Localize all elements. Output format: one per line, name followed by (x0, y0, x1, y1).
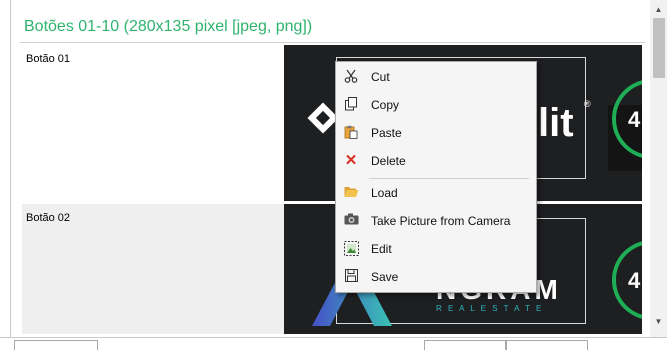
scroll-down-arrow-icon[interactable]: ▼ (650, 316, 667, 328)
copy-icon (343, 97, 359, 113)
row-label: Botão 01 (26, 53, 71, 65)
menu-item-paste[interactable]: Paste (336, 120, 536, 146)
ring-digit: 4 (628, 268, 641, 293)
bottom-button[interactable] (14, 340, 98, 350)
menu-item-take-picture[interactable]: Take Picture from Camera (336, 208, 536, 234)
bottom-button[interactable] (506, 340, 588, 350)
delete-x-icon: ✕ (344, 152, 358, 169)
title-divider (20, 42, 645, 43)
paste-icon (343, 125, 359, 141)
menu-item-label: Paste (371, 126, 402, 140)
menu-item-copy[interactable]: Copy (336, 92, 536, 118)
menu-item-label: Edit (371, 242, 392, 256)
row-label: Botão 02 (26, 212, 71, 224)
menu-item-label: Copy (371, 98, 400, 112)
section-title: Botões 01-10 (280x135 pixel [jpeg, png]) (24, 18, 313, 35)
scissors-icon (343, 69, 359, 85)
context-menu: Cut Copy Paste ✕ Delete Load Take Pictur… (335, 61, 537, 293)
folder-open-icon (343, 185, 359, 201)
menu-item-label: Load (371, 186, 398, 200)
menu-item-label: Cut (371, 70, 390, 84)
scroll-up-arrow-icon[interactable]: ▲ (650, 4, 667, 16)
camera-icon (343, 213, 359, 229)
menu-item-delete[interactable]: ✕ Delete (336, 148, 536, 174)
scrollbar-thumb[interactable] (653, 18, 665, 78)
button-row-02[interactable]: Botão 02 (22, 204, 284, 334)
floppy-disk-icon (343, 269, 359, 285)
logo-text: lit (538, 101, 574, 145)
bottom-button[interactable] (424, 340, 506, 350)
edit-image-icon (343, 241, 359, 257)
menu-item-cut[interactable]: Cut (336, 64, 536, 90)
menu-item-label: Save (371, 270, 399, 284)
menu-separator (369, 178, 529, 179)
ring-digit: 4 (628, 107, 641, 132)
editor-panel: Botões 01-10 (280x135 pixel [jpeg, png])… (0, 0, 667, 350)
menu-item-save[interactable]: Save (336, 264, 536, 290)
button-row-01[interactable]: Botão 01 (22, 45, 284, 202)
left-border (10, 0, 11, 345)
registered-mark: ® (584, 99, 591, 109)
logo-subtitle: R E A L E S T A T E (436, 304, 544, 313)
menu-item-label: Delete (371, 154, 406, 168)
menu-item-load[interactable]: Load (336, 180, 536, 206)
menu-item-label: Take Picture from Camera (371, 214, 511, 228)
menu-item-edit[interactable]: Edit (336, 236, 536, 262)
